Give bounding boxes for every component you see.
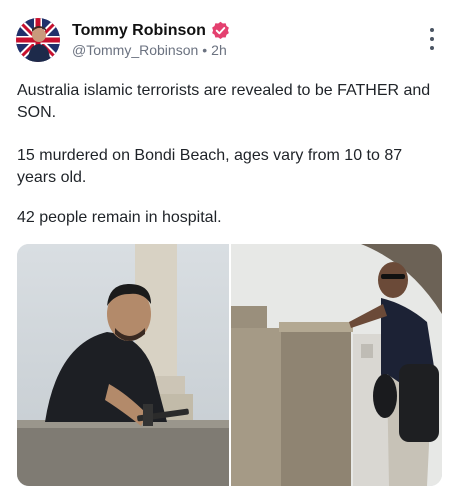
avatar-image — [16, 18, 60, 62]
photo-young-man-with-rifle[interactable] — [17, 244, 229, 486]
post-paragraph: 42 people remain in hospital. — [17, 209, 222, 226]
media-gallery — [17, 244, 442, 486]
avatar[interactable] — [16, 18, 60, 62]
handle[interactable]: @Tommy_Robinson — [72, 42, 198, 58]
name-row: Tommy Robinson — [72, 21, 230, 40]
post-card: Tommy Robinson @Tommy_Robinson • 2h Aust… — [0, 0, 459, 500]
verified-badge-icon — [211, 21, 230, 40]
post-paragraph: Australia islamic terrorists are reveale… — [17, 82, 431, 121]
meta-separator: • — [202, 42, 208, 58]
meta-row: @Tommy_Robinson • 2h — [72, 42, 227, 58]
photo-man-with-bag-on-ledge[interactable] — [231, 244, 442, 486]
display-name[interactable]: Tommy Robinson — [72, 22, 206, 40]
post-paragraph: 15 murdered on Bondi Beach, ages vary fr… — [17, 147, 403, 186]
post-header: Tommy Robinson @Tommy_Robinson • 2h — [16, 18, 444, 62]
more-vertical-icon[interactable] — [426, 28, 438, 50]
timestamp[interactable]: 2h — [211, 42, 227, 58]
